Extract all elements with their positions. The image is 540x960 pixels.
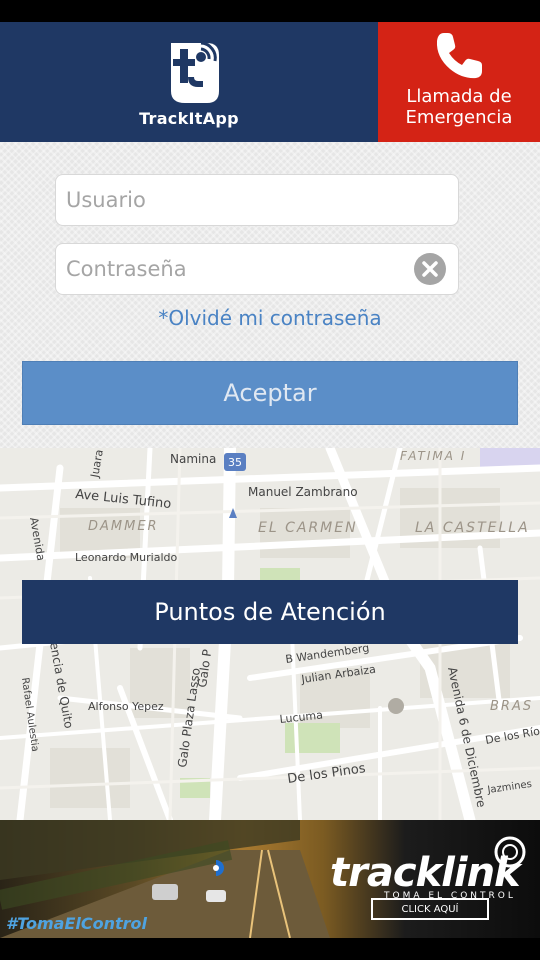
login-form: *Olvidé mi contraseña Aceptar [0,142,540,448]
map-label-dammer: DAMMER [88,519,159,534]
forgot-password-link[interactable]: *Olvidé mi contraseña [0,306,540,330]
username-field-box [56,175,458,225]
puntos-atencion-button[interactable]: Puntos de Atención [22,580,518,644]
emergency-call-button[interactable]: Llamada de Emergencia [378,22,540,142]
map-label-castella: LA CASTELLA [415,520,530,536]
map-label-zambrano: Manuel Zambrano [248,485,358,499]
emergency-label-line1: Llamada de [406,86,512,107]
route-35-label: 35 [228,456,242,469]
click-aqui-button[interactable]: CLICK AQUÍ [371,898,489,920]
map-label-el-carmen: EL CARMEN [258,520,358,536]
username-input[interactable] [66,175,406,225]
password-input[interactable] [66,244,406,294]
status-bar [0,0,540,22]
accept-button[interactable]: Aceptar [22,361,518,425]
app-name: TrackItApp [139,108,239,128]
map-label-murialdo: Leonardo Murialdo [75,551,178,564]
app-header: TrackItApp Llamada de Emergencia [0,22,540,142]
trackitapp-logo-icon [171,41,219,103]
tracklink-logo-text: tracklink [330,850,521,896]
map-label-bras: BRAS [490,699,533,714]
tracklink-ad-banner[interactable]: tracklink TOMA EL CONTROL CLICK AQUÍ #To… [0,820,540,938]
ad-hashtag: #TomaElControl [6,914,147,933]
emergency-label-line2: Emergencia [405,107,513,128]
map-label-namina: Namina [170,452,216,466]
brand-logo-area: TrackItApp [0,22,378,142]
clear-password-button[interactable] [414,253,446,285]
password-field-box [56,244,458,294]
bottom-bar [0,938,540,960]
map-label-yepez: Alfonso Yepez [88,700,164,713]
phone-icon [436,33,482,79]
map-label-fatima: FATIMA I [400,449,466,463]
close-icon [422,261,438,277]
